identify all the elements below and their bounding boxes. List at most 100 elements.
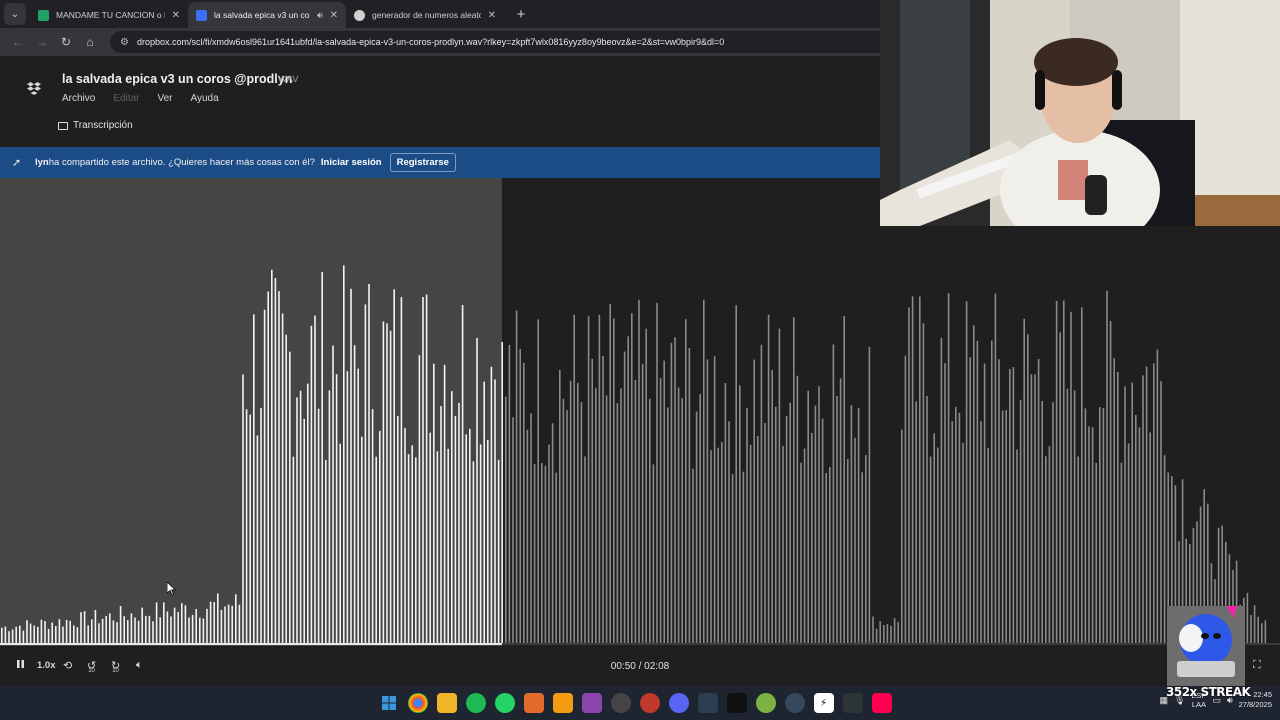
waveform-bar: [217, 593, 219, 643]
waveform-bar: [263, 309, 266, 643]
tab-generador[interactable]: generador de numeros aleatorios ✕: [346, 2, 504, 28]
waveform-bar: [195, 609, 197, 643]
close-icon[interactable]: ✕: [330, 10, 338, 21]
waveform-bar: [893, 618, 896, 643]
discord-icon[interactable]: [668, 693, 689, 713]
waveform-bar: [472, 461, 475, 643]
obs-icon[interactable]: [610, 693, 631, 713]
grey-app-icon[interactable]: [784, 693, 805, 713]
waveform-bar: [573, 314, 575, 643]
menu-archivo[interactable]: Archivo: [62, 93, 95, 104]
waveform-bar: [245, 409, 248, 643]
waveform-bar: [1253, 605, 1256, 643]
waveform-bar: [1099, 407, 1101, 643]
close-icon[interactable]: ✕: [488, 10, 496, 21]
waveform-bar: [803, 448, 806, 643]
waveform-bar: [62, 626, 64, 643]
green-app-icon[interactable]: [755, 693, 776, 713]
waveform-bar: [613, 318, 615, 643]
fruit-app-icon[interactable]: [552, 693, 573, 713]
waveform-bar: [1142, 375, 1144, 643]
whatsapp-icon[interactable]: [494, 693, 515, 713]
plugin-app-icon[interactable]: [581, 693, 602, 713]
transcript-button[interactable]: Transcripción: [58, 120, 133, 131]
waveform-bar: [314, 315, 316, 643]
waveform-bar: [166, 611, 169, 643]
waveform-bar: [1095, 463, 1097, 643]
waveform-bar: [937, 447, 939, 643]
waveform-bar: [559, 369, 561, 643]
url-text: dropbox.com/scl/fi/xmdw6osl961ur1641ubfd…: [136, 37, 725, 47]
waveform-bar: [854, 437, 856, 643]
spotify-icon[interactable]: [465, 693, 486, 713]
speaker-icon[interactable]: 🔊︎: [317, 10, 323, 21]
fl-studio-icon[interactable]: [523, 693, 544, 713]
waveform-bar: [760, 344, 763, 643]
forward-button[interactable]: →: [30, 30, 54, 54]
waveform-bar: [1127, 443, 1130, 643]
tab-title: generador de numeros aleatorios: [372, 10, 481, 20]
file-title: la salvada epica v3 un coros @prodlyn: [62, 72, 293, 86]
file-explorer-icon[interactable]: [436, 693, 457, 713]
login-link[interactable]: Iniciar sesión: [321, 157, 382, 168]
waveform-bar: [861, 472, 863, 643]
car-app-icon[interactable]: [697, 693, 718, 713]
waveform-bar: [638, 299, 640, 643]
waveform-bar: [8, 631, 10, 643]
waveform-bar: [393, 289, 395, 643]
waveform-bar: [389, 330, 392, 643]
tab-salvada[interactable]: la salvada epica v3 un coros 🔊︎ ✕: [188, 2, 346, 28]
waveform-bar: [670, 342, 673, 643]
waveform-bar: [641, 363, 644, 643]
waveform-bar: [299, 390, 302, 643]
menu-ayuda[interactable]: Ayuda: [191, 93, 219, 104]
tiktok-icon[interactable]: [871, 693, 892, 713]
waveform-bar: [537, 319, 539, 643]
waveform-bar: [739, 385, 741, 643]
waveform-bar: [980, 421, 982, 643]
waveform-bar: [483, 381, 485, 643]
waveform-bar: [357, 368, 359, 643]
waveform-bar: [109, 613, 111, 643]
waveform-bar: [620, 388, 622, 643]
waveform-bar: [926, 395, 928, 643]
waveform-bar: [199, 617, 201, 643]
streak-avatar-icon: [1167, 606, 1245, 686]
waveform-bar: [224, 606, 226, 643]
site-info-icon[interactable]: ⚙︎: [120, 37, 129, 48]
waveform-bar: [541, 463, 543, 643]
waveform-bar: [569, 380, 572, 643]
reload-button[interactable]: ↻: [54, 30, 78, 54]
address-bar[interactable]: ⚙︎ dropbox.com/scl/fi/xmdw6osl961ur1641u…: [110, 31, 880, 53]
mixer-app-icon[interactable]: [842, 693, 863, 713]
new-tab-button[interactable]: +: [510, 3, 532, 25]
chrome-icon[interactable]: [407, 693, 428, 713]
dark-app-icon[interactable]: [726, 693, 747, 713]
waveform-bar: [839, 378, 842, 643]
lightning-app-icon[interactable]: ⚡︎: [813, 693, 834, 713]
audio-waveform[interactable]: [0, 178, 1280, 646]
waveform-bar: [850, 405, 853, 643]
waveform-bar: [685, 319, 687, 643]
waveform-bar: [173, 607, 176, 643]
waveform-bar: [235, 594, 237, 643]
waveform-bar: [890, 625, 892, 643]
waveform-bar: [425, 294, 428, 643]
waveform-bar: [879, 621, 881, 643]
arrow-left-icon: ←: [12, 35, 24, 49]
red-app-icon[interactable]: [639, 693, 660, 713]
tab-search-button[interactable]: ⌄: [4, 3, 26, 25]
waveform-bar: [544, 465, 547, 643]
back-button[interactable]: ←: [6, 30, 30, 54]
waveform-bar: [202, 618, 205, 643]
signup-button[interactable]: Registrarse: [389, 153, 456, 172]
windows-start-icon[interactable]: [379, 693, 399, 713]
waveform-bar: [353, 345, 356, 643]
dropbox-logo-icon[interactable]: [27, 82, 41, 95]
close-icon[interactable]: ✕: [172, 10, 180, 21]
menu-ver[interactable]: Ver: [157, 93, 172, 104]
home-button[interactable]: ⌂: [78, 30, 102, 54]
tab-mandame[interactable]: MANDAME TU CANCION o BEAT ✕: [30, 2, 188, 28]
fullscreen-button[interactable]: ⛶: [1253, 659, 1261, 672]
progress-bar[interactable]: [0, 643, 1280, 645]
